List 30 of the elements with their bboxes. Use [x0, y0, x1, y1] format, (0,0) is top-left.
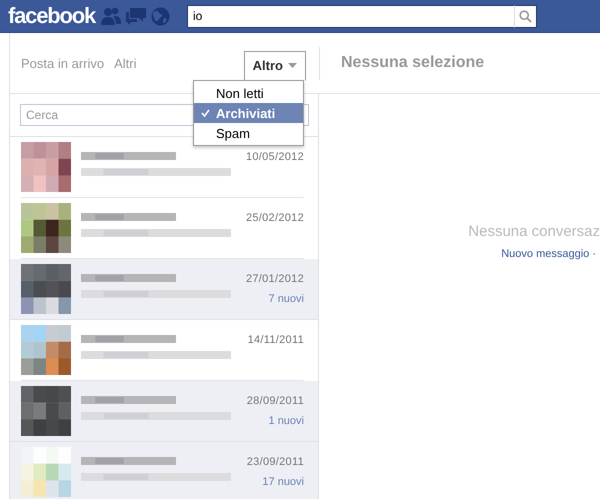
folder-tab[interactable]: Posta in arrivo: [21, 56, 104, 70]
conversation-date: 28/09/2011: [246, 395, 304, 407]
empty-title: Nessuna conversaz: [468, 223, 600, 240]
globe-icon[interactable]: [150, 6, 170, 26]
menu-item[interactable]: Spam: [194, 123, 303, 143]
search-field[interactable]: io: [186, 4, 514, 28]
menu-item[interactable]: Non letti: [194, 83, 303, 103]
search-icon: [518, 10, 532, 22]
conversation-row[interactable]: 23/09/2011 17 nuovi: [10, 442, 318, 499]
check-icon: [201, 109, 210, 117]
conversation-date: 23/09/2011: [246, 456, 304, 468]
conversation-date: 14/11/2011: [248, 334, 304, 346]
menu-item[interactable]: Archiviati: [194, 103, 303, 123]
new-message-link[interactable]: Nuovo messaggio ·: [501, 248, 600, 260]
conversation-date: 27/01/2012: [246, 273, 304, 285]
new-count: 7 nuovi: [268, 293, 304, 305]
conversation-date: 25/02/2012: [246, 212, 304, 224]
new-count: 17 nuovi: [262, 476, 304, 488]
logo[interactable]: facebook: [8, 3, 95, 29]
conversation-date: 10/05/2012: [246, 151, 304, 163]
search-button[interactable]: [514, 4, 537, 28]
new-count: 1 nuovi: [268, 415, 304, 427]
messages-icon[interactable]: [126, 7, 146, 25]
folder-tab[interactable]: Altri: [114, 56, 136, 70]
caret-icon: [288, 63, 297, 68]
friends-icon[interactable]: [100, 7, 121, 25]
conversation-row[interactable]: 28/09/2011 1 nuovi: [10, 381, 318, 442]
filter-dropdown[interactable]: Altro: [244, 50, 306, 80]
conversation-row[interactable]: 27/01/2012 7 nuovi: [10, 259, 318, 320]
conversation-heading: Nessuna selezione: [341, 54, 484, 72]
